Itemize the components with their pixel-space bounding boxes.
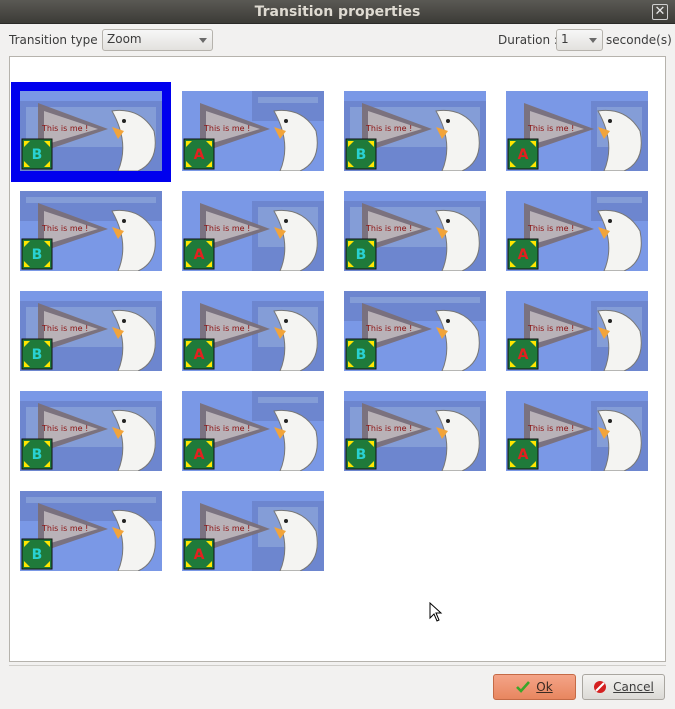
chevron-down-icon bbox=[199, 38, 207, 43]
svg-text:B: B bbox=[356, 247, 367, 263]
svg-text:A: A bbox=[194, 247, 205, 263]
dialog: Transition type : Zoom Duration : 1 seco… bbox=[0, 24, 675, 709]
svg-text:This is me !: This is me ! bbox=[203, 324, 250, 333]
transition-thumbnail[interactable]: This is me ! B bbox=[20, 391, 162, 471]
svg-text:This is me !: This is me ! bbox=[203, 424, 250, 433]
duration-unit: seconde(s) bbox=[606, 33, 672, 47]
svg-text:This is me !: This is me ! bbox=[527, 424, 574, 433]
transition-thumbnail[interactable]: This is me ! B bbox=[20, 491, 162, 571]
transition-thumbnail[interactable]: This is me ! A bbox=[506, 191, 648, 271]
transition-thumbnail[interactable]: This is me ! A bbox=[506, 391, 648, 471]
cancel-button[interactable]: Cancel bbox=[582, 674, 665, 700]
svg-text:A: A bbox=[194, 447, 205, 463]
svg-text:B: B bbox=[32, 447, 43, 463]
check-icon bbox=[516, 681, 531, 693]
close-icon[interactable]: ✕ bbox=[652, 4, 668, 20]
transition-thumbnail[interactable]: This is me ! B bbox=[20, 291, 162, 371]
ok-label: Ok bbox=[536, 680, 553, 694]
svg-text:This is me !: This is me ! bbox=[41, 124, 88, 133]
svg-text:B: B bbox=[32, 147, 43, 163]
chevron-down-icon bbox=[589, 38, 597, 43]
transition-thumbnail[interactable]: This is me ! B bbox=[20, 191, 162, 271]
transition-thumbnail[interactable]: This is me ! B bbox=[344, 291, 486, 371]
divider bbox=[9, 665, 666, 666]
svg-text:This is me !: This is me ! bbox=[365, 124, 412, 133]
title-bar: Transition properties ✕ bbox=[0, 0, 675, 24]
svg-text:This is me !: This is me ! bbox=[203, 524, 250, 533]
svg-text:A: A bbox=[194, 547, 205, 563]
svg-text:B: B bbox=[356, 347, 367, 363]
svg-text:This is me !: This is me ! bbox=[365, 424, 412, 433]
transition-thumbnail[interactable]: This is me ! B bbox=[344, 191, 486, 271]
svg-text:B: B bbox=[356, 147, 367, 163]
svg-text:A: A bbox=[518, 247, 529, 263]
transition-thumbnail[interactable]: This is me ! B bbox=[344, 391, 486, 471]
transition-type-value: Zoom bbox=[107, 32, 142, 46]
svg-text:B: B bbox=[356, 447, 367, 463]
duration-select[interactable]: 1 bbox=[556, 29, 603, 51]
toolbar: Transition type : Zoom Duration : 1 seco… bbox=[0, 24, 675, 56]
svg-text:This is me !: This is me ! bbox=[527, 124, 574, 133]
svg-text:A: A bbox=[194, 347, 205, 363]
svg-text:This is me !: This is me ! bbox=[203, 224, 250, 233]
svg-text:This is me !: This is me ! bbox=[41, 524, 88, 533]
transition-thumbnail[interactable]: This is me ! A bbox=[182, 391, 324, 471]
mouse-cursor-icon bbox=[429, 602, 443, 622]
svg-text:This is me !: This is me ! bbox=[527, 224, 574, 233]
svg-text:A: A bbox=[194, 147, 205, 163]
transition-thumbnail[interactable]: This is me ! A bbox=[182, 191, 324, 271]
svg-text:B: B bbox=[32, 547, 43, 563]
svg-text:This is me !: This is me ! bbox=[41, 424, 88, 433]
svg-text:This is me !: This is me ! bbox=[365, 224, 412, 233]
svg-text:This is me !: This is me ! bbox=[527, 324, 574, 333]
window-title: Transition properties bbox=[254, 3, 421, 20]
transition-thumbnail[interactable]: This is me ! A bbox=[182, 491, 324, 571]
transition-type-select[interactable]: Zoom bbox=[102, 29, 213, 51]
transition-thumbnail[interactable]: This is me ! A bbox=[506, 91, 648, 171]
transition-thumbnail[interactable]: This is me ! A bbox=[182, 291, 324, 371]
transition-grid: This is me ! B This is me ! A This is me… bbox=[9, 56, 666, 662]
ok-button[interactable]: Ok bbox=[493, 674, 576, 700]
duration-value: 1 bbox=[561, 32, 569, 46]
svg-text:B: B bbox=[32, 247, 43, 263]
transition-thumbnail[interactable]: This is me ! B bbox=[20, 91, 162, 171]
svg-text:A: A bbox=[518, 447, 529, 463]
svg-text:This is me !: This is me ! bbox=[41, 324, 88, 333]
cancel-label: Cancel bbox=[613, 680, 654, 694]
cancel-icon bbox=[594, 681, 607, 693]
svg-text:A: A bbox=[518, 147, 529, 163]
svg-text:B: B bbox=[32, 347, 43, 363]
transition-type-label: Transition type : bbox=[9, 33, 106, 47]
svg-text:A: A bbox=[518, 347, 529, 363]
transition-thumbnail[interactable]: This is me ! A bbox=[182, 91, 324, 171]
transition-thumbnail[interactable]: This is me ! B bbox=[344, 91, 486, 171]
svg-text:This is me !: This is me ! bbox=[41, 224, 88, 233]
transition-thumbnail[interactable]: This is me ! A bbox=[506, 291, 648, 371]
svg-text:This is me !: This is me ! bbox=[203, 124, 250, 133]
duration-label: Duration : bbox=[498, 33, 558, 47]
svg-text:This is me !: This is me ! bbox=[365, 324, 412, 333]
